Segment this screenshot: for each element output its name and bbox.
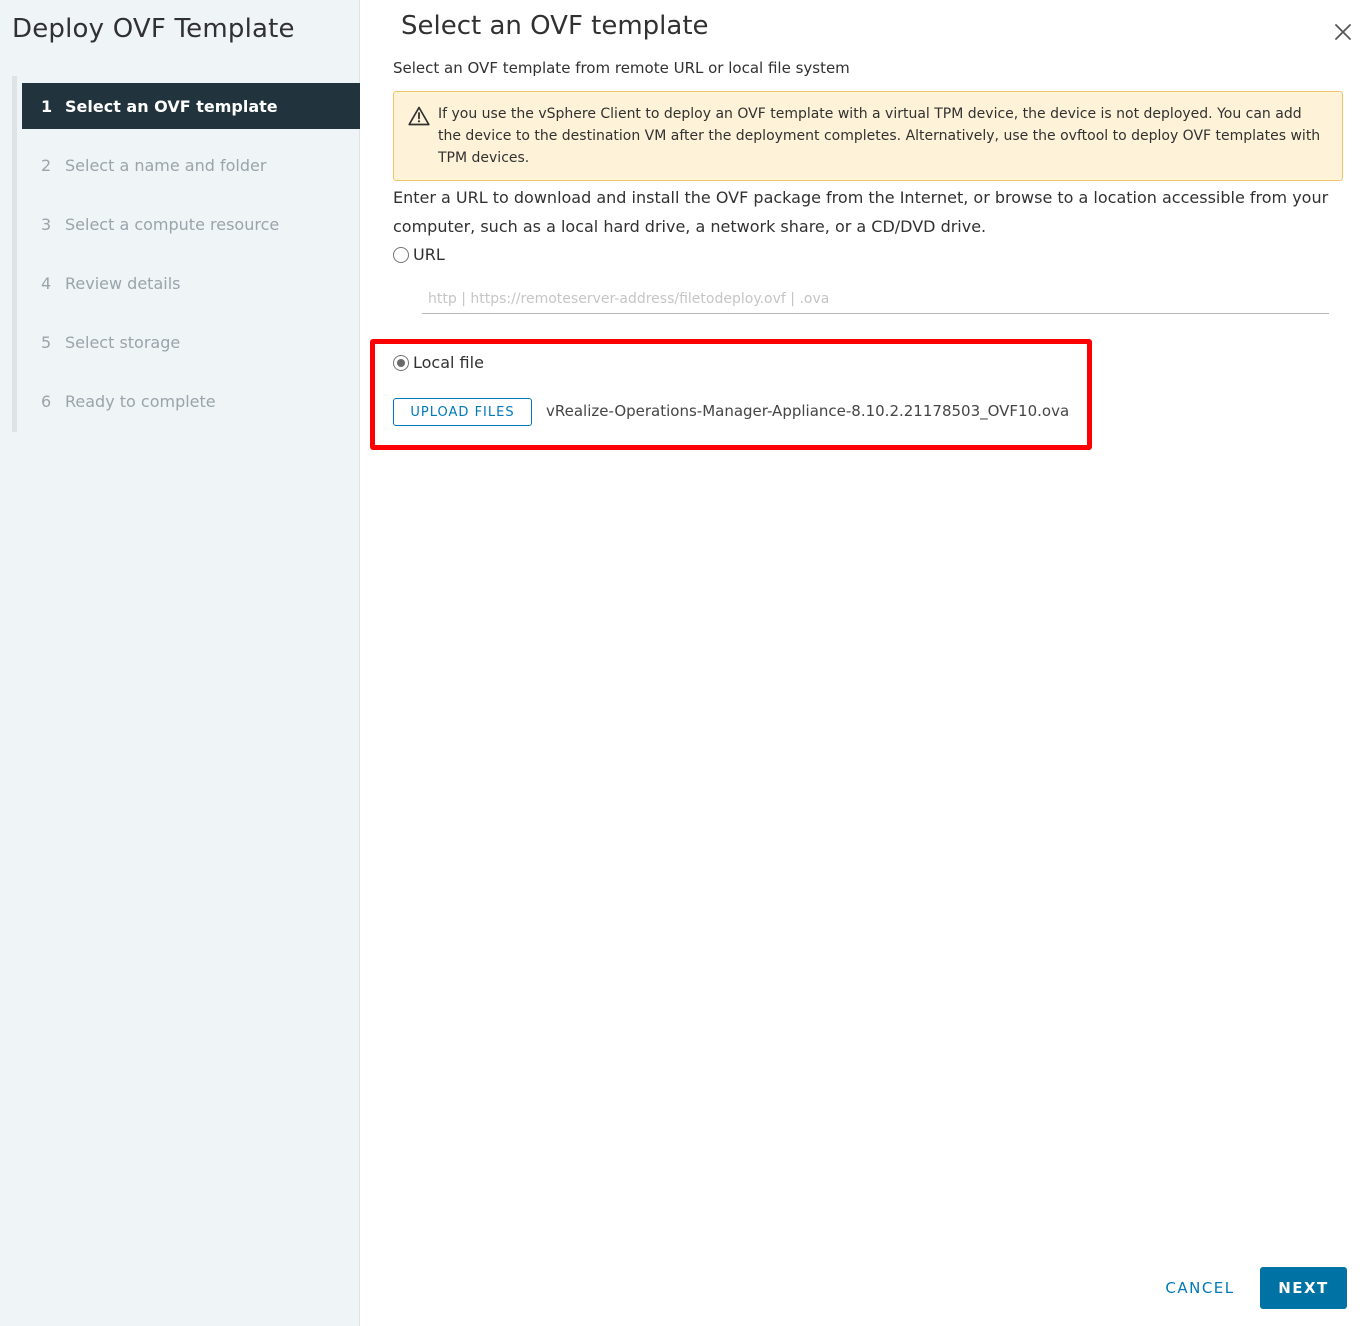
warning-alert: If you use the vSphere Client to deploy … [393,91,1343,181]
intro-text: Enter a URL to download and install the … [393,188,1329,236]
step-select-ovf-template[interactable]: 1 Select an OVF template [22,83,360,129]
step-number: 6 [41,391,52,411]
step-select-name-folder[interactable]: 2 Select a name and folder [22,142,360,188]
local-file-radio[interactable] [393,354,409,371]
step-label: Ready to complete [65,391,216,411]
url-input[interactable] [422,284,1329,314]
wizard-steps: 1 Select an OVF template 2 Select a name… [12,76,360,432]
selected-file-name: vRealize-Operations-Manager-Appliance-8.… [546,402,1070,420]
wizard-content: Select an OVF template Select an OVF tem… [361,0,1366,1326]
step-label: Select an OVF template [65,96,278,116]
local-file-option-label: Local file [413,353,484,372]
step-number: 3 [41,214,52,234]
warning-icon [408,106,430,126]
step-label: Select storage [65,332,181,352]
close-button[interactable] [1331,20,1355,44]
step-number: 1 [41,96,53,116]
step-label: Select a compute resource [65,214,280,234]
page-title: Select an OVF template [401,11,709,41]
step-review-details[interactable]: 4 Review details [22,260,360,306]
close-icon [1335,24,1351,40]
url-option-label: URL [413,245,445,264]
alert-text: If you use the vSphere Client to deploy … [438,106,1321,166]
step-number: 5 [41,332,52,352]
deploy-ovf-wizard: Deploy OVF Template 1 Select an OVF temp… [0,0,1366,1326]
step-ready-to-complete[interactable]: 6 Ready to complete [22,378,360,424]
step-select-storage[interactable]: 5 Select storage [22,319,360,365]
step-number: 4 [41,273,52,293]
step-label: Review details [65,273,181,293]
url-radio[interactable] [393,246,409,263]
wizard-title: Deploy OVF Template [12,14,295,44]
cancel-button[interactable]: CANCEL [1156,1268,1244,1308]
upload-files-button[interactable]: UPLOAD FILES [393,398,532,426]
step-select-compute-resource[interactable]: 3 Select a compute resource [22,201,360,247]
step-number: 2 [41,155,52,175]
page-subtitle: Select an OVF template from remote URL o… [393,59,850,77]
wizard-sidebar: Deploy OVF Template 1 Select an OVF temp… [0,0,360,1326]
local-file-option[interactable]: Local file [393,353,484,372]
next-button[interactable]: NEXT [1260,1267,1347,1309]
step-label: Select a name and folder [65,155,267,175]
url-option[interactable]: URL [393,245,445,264]
